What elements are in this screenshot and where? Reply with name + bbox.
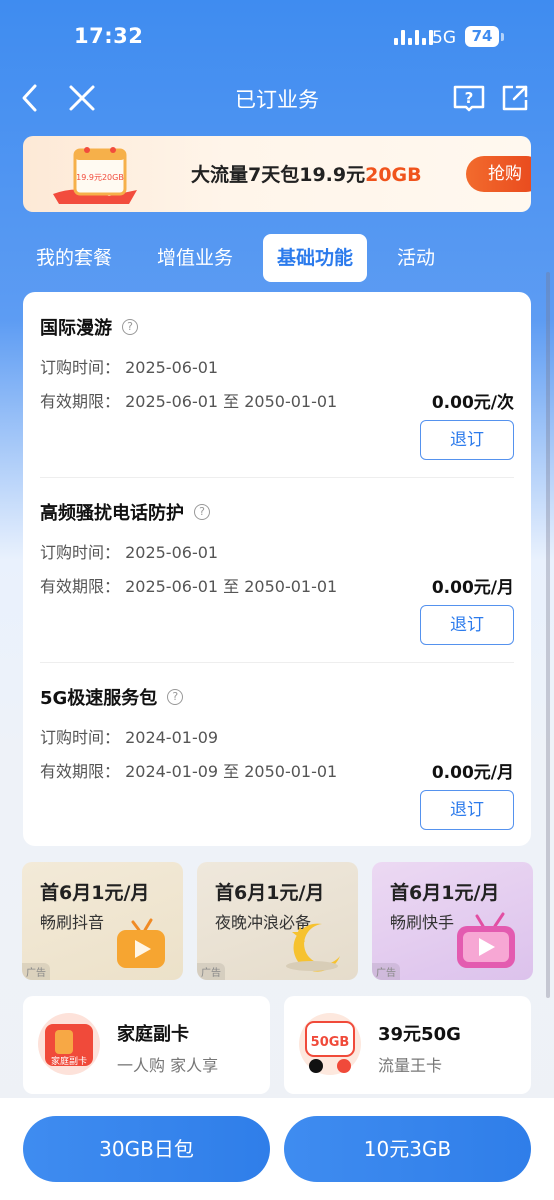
ad-tag: 广告 (372, 963, 400, 980)
promo-buy-button[interactable]: 抢购 (466, 156, 531, 192)
bottom-action-bar: 30GB日包 10元3GB (0, 1098, 554, 1200)
moon-icon (286, 923, 340, 972)
category-tabs: 我的套餐 增值业务 基础功能 活动 (22, 234, 435, 282)
help-book-icon[interactable]: ? (451, 80, 487, 116)
order-time: 订购时间： 2025-06-01 (40, 543, 219, 562)
product-subtitle: 流量王卡 (378, 1056, 443, 1075)
product-subtitle: 一人购 家人享 (117, 1056, 219, 1075)
tv-play-icon (457, 912, 515, 968)
scrollbar[interactable] (546, 272, 550, 998)
unsubscribe-button[interactable]: 退订 (420, 605, 514, 645)
service-item: 国际漫游? 订购时间： 2025-06-01 有效期限： 2025-06-01 … (23, 292, 531, 477)
battery-icon: 74 (465, 26, 499, 47)
tv-icon (117, 918, 165, 968)
ad-tile-night[interactable]: 首6月1元/月 夜晚冲浪必备 广告 (197, 862, 358, 980)
data-card-label: 50GB (311, 1035, 350, 1050)
order-time: 订购时间： 2024-01-09 (40, 728, 219, 747)
promo-highlight: 20GB (365, 164, 422, 186)
ad-title: 首6月1元/月 (215, 882, 325, 904)
order-time: 订购时间： 2025-06-01 (40, 358, 219, 377)
service-item: 高频骚扰电话防护? 订购时间： 2025-06-01 有效期限： 2025-06… (23, 477, 531, 662)
service-price: 0.00元/次 (431, 393, 514, 413)
ad-tile-kuaishou[interactable]: 首6月1元/月 畅刷快手 广告 (372, 862, 533, 980)
service-name: 国际漫游? (40, 314, 138, 340)
battery-tip (501, 33, 504, 41)
validity-period: 有效期限： 2024-01-09 至 2050-01-01 (40, 762, 338, 781)
ad-subtitle: 畅刷抖音 (40, 913, 105, 932)
tab-activities[interactable]: 活动 (397, 234, 435, 282)
tab-basic-functions[interactable]: 基础功能 (263, 234, 368, 282)
service-name: 5G极速服务包? (40, 684, 184, 710)
help-icon[interactable]: ? (167, 689, 184, 705)
nav-bar: 已订业务 ? (0, 74, 554, 122)
daily-pack-button[interactable]: 30GB日包 (23, 1116, 270, 1182)
product-title: 39元50G (378, 1024, 461, 1045)
unsubscribe-button[interactable]: 退订 (420, 790, 514, 830)
product-title: 家庭副卡 (117, 1024, 189, 1045)
calendar-gift-icon: 19.9元20GB (53, 147, 137, 204)
product-king-card[interactable]: 50GB 39元50G 流量王卡 (284, 996, 531, 1094)
services-card: 国际漫游? 订购时间： 2025-06-01 有效期限： 2025-06-01 … (23, 292, 531, 846)
promo-text: 大流量7天包19.9元20GB (191, 164, 422, 186)
tab-my-plan[interactable]: 我的套餐 (36, 234, 112, 282)
service-item: 5G极速服务包? 订购时间： 2024-01-09 有效期限： 2024-01-… (23, 662, 531, 847)
ad-tile-douyin[interactable]: 首6月1元/月 畅刷抖音 广告 (22, 862, 183, 980)
tab-value-added[interactable]: 增值业务 (157, 234, 233, 282)
ad-title: 首6月1元/月 (40, 882, 150, 904)
network-type: 5G (432, 28, 456, 48)
ad-title: 首6月1元/月 (390, 882, 500, 904)
signal-icon (394, 30, 433, 45)
ad-subtitle: 畅刷快手 (390, 913, 455, 932)
calendar-label: 19.9元20GB (76, 173, 124, 182)
help-icon[interactable]: ? (122, 319, 138, 335)
validity-period: 有效期限： 2025-06-01 至 2050-01-01 (40, 392, 338, 411)
status-time: 17:32 (74, 24, 144, 48)
promo-banner[interactable]: 19.9元20GB 大流量7天包19.9元20GB 抢购 (23, 136, 531, 212)
product-family-card[interactable]: 家庭副卡 家庭副卡 一人购 家人享 (23, 996, 270, 1094)
service-price: 0.00元/月 (431, 578, 514, 598)
status-bar: 17:32 5G 74 (0, 0, 554, 74)
unsubscribe-button[interactable]: 退订 (420, 420, 514, 460)
svg-text:?: ? (465, 89, 474, 107)
family-card-icon: 家庭副卡 (38, 1013, 100, 1075)
ad-tag: 广告 (197, 963, 225, 980)
service-price: 0.00元/月 (431, 763, 514, 783)
service-name: 高频骚扰电话防护? (40, 499, 210, 525)
help-icon[interactable]: ? (194, 504, 210, 520)
validity-period: 有效期限： 2025-06-01 至 2050-01-01 (40, 577, 338, 596)
data-card-icon: 50GB (299, 1013, 361, 1075)
data-pack-button[interactable]: 10元3GB (284, 1116, 531, 1182)
family-card-label: 家庭副卡 (51, 1055, 87, 1067)
ad-tag: 广告 (22, 963, 50, 980)
share-icon[interactable] (497, 80, 533, 116)
